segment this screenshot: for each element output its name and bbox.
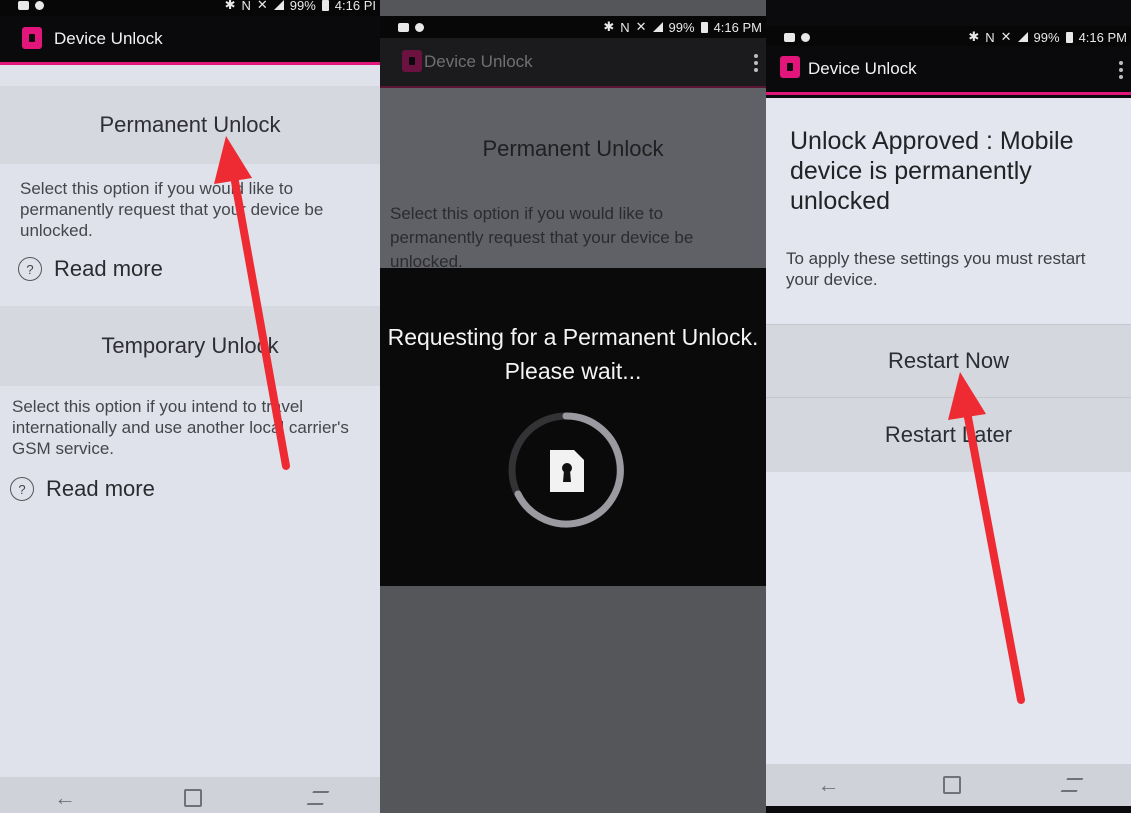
home-icon[interactable] [942,776,961,794]
loading-spinner [508,412,624,528]
signal-icon [273,0,284,10]
bluetooth-icon: ✱ [968,29,980,44]
message-icon [784,32,795,42]
recent-apps-icon[interactable] [1060,778,1083,792]
accent-line [766,92,1131,95]
app-title: Device Unlock [424,52,533,71]
device-unlock-logo-icon [780,56,800,78]
temporary-unlock-description: Select this option if you intend to trav… [12,397,349,458]
phone-screen-approved: ✱ N ✕ 99% 4:16 PM Device Unlock Unlock A… [766,0,1131,813]
temporary-unlock-button[interactable]: Temporary Unlock [0,306,380,386]
mute-icon: ✕ [1000,29,1012,44]
status-bar: ✱ N ✕ 99% 4:16 PI [0,0,380,16]
battery-icon [321,0,329,11]
bluetooth-icon: ✱ [603,19,615,34]
bluetooth-icon: ✱ [224,0,236,12]
app-bar: Device Unlock [766,46,1131,92]
progress-message-line1: Requesting for a Permanent Unlock. [387,324,759,350]
mute-icon: ✕ [635,19,647,34]
nfc-icon: N [985,29,995,45]
back-icon[interactable]: ← [54,785,76,811]
unlock-approved-heading: Unlock Approved : Mobile device is perma… [790,127,1074,215]
approval-screen: Unlock Approved : Mobile device is perma… [766,98,1131,764]
battery-level: 99% [1033,29,1060,45]
restart-instruction: To apply these settings you must restart… [786,249,1086,289]
battery-icon [700,21,708,33]
status-bar: ✱ N ✕ 99% 4:16 PM [380,16,766,38]
nfc-icon: N [241,0,251,13]
restart-later-button[interactable]: Restart Later [766,398,1131,472]
temporary-unlock-label: Temporary Unlock [101,333,279,358]
phone-screen-select-option: ✱ N ✕ 99% 4:16 PI Device Unlock Permanen… [0,0,380,813]
battery-icon [1065,31,1073,43]
keyhole-sim-icon [550,450,584,492]
permanent-unlock-label: Permanent Unlock [482,136,664,161]
notification-icon [35,0,44,10]
app-title: Device Unlock [808,59,917,78]
navigation-bar: ← [0,777,380,813]
device-unlock-logo-icon [402,50,422,72]
overflow-menu-icon[interactable] [1119,61,1123,79]
restart-now-label: Restart Now [887,348,1010,373]
navigation-bar: ← [766,764,1131,806]
restart-later-label: Restart Later [884,422,1013,447]
permanent-unlock-description: Select this option if you would like to … [390,204,694,271]
progress-dialog: Requesting for a Permanent Unlock. Pleas… [380,268,766,586]
signal-icon [1017,32,1028,42]
device-unlock-logo-icon [22,27,42,49]
app-title: Device Unlock [54,29,163,48]
permanent-unlock-button[interactable]: Permanent Unlock [0,86,380,164]
telegram-icon [801,32,810,42]
battery-level: 99% [289,0,316,13]
battery-level: 99% [668,19,695,35]
help-circle-icon: ? [10,477,34,501]
message-icon [398,22,409,32]
clock: 4:16 PM [1078,29,1127,45]
temporary-read-more-link[interactable]: ? Read more [10,476,155,502]
app-bar: Device Unlock [380,38,766,86]
clock: 4:16 PM [713,19,762,35]
permanent-unlock-description: Select this option if you would like to … [20,179,324,240]
home-icon[interactable] [184,789,202,807]
telegram-icon [415,22,424,32]
restart-now-button[interactable]: Restart Now [766,325,1131,397]
message-icon [18,0,29,10]
permanent-unlock-label: Permanent Unlock [99,112,281,137]
read-more-label: Read more [54,256,163,281]
nfc-icon: N [620,19,630,35]
clock: 4:16 PI [334,0,376,13]
back-icon[interactable]: ← [818,772,840,798]
app-bar: Device Unlock [0,16,380,62]
progress-message: Requesting for a Permanent Unlock. Pleas… [380,320,766,388]
mute-icon: ✕ [256,0,268,12]
overflow-menu-icon[interactable] [754,54,758,72]
help-circle-icon: ? [18,257,42,281]
progress-message-line2: Please wait... [504,358,642,384]
dimmed-permanent-option: Permanent Unlock Select this option if y… [380,88,766,271]
recent-apps-icon[interactable] [306,791,330,805]
signal-icon [652,22,663,32]
permanent-read-more-link[interactable]: ? Read more [18,256,163,282]
accent-line [0,62,380,65]
read-more-label: Read more [46,476,155,501]
phone-screen-requesting: ✱ N ✕ 99% 4:16 PM Device Unlock Permanen… [380,0,766,813]
status-bar: ✱ N ✕ 99% 4:16 PM [766,26,1131,48]
